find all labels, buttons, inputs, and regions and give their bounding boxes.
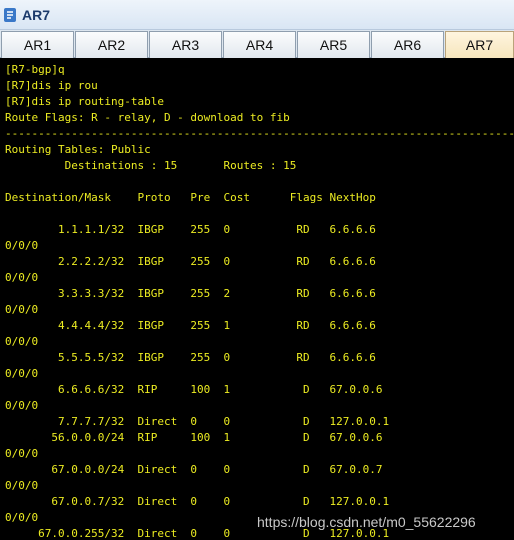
tab-ar3[interactable]: AR3: [149, 31, 222, 58]
terminal-line: 0/0/0: [5, 367, 39, 380]
terminal-line: 0/0/0: [5, 447, 39, 460]
window-title: AR7: [22, 7, 51, 23]
router-app-icon: [4, 8, 16, 22]
terminal-line: 2.2.2.2/32 IBGP 255 0 RD 6.6.6.6: [5, 255, 376, 268]
terminal-line: 3.3.3.3/32 IBGP 255 2 RD 6.6.6.6: [5, 287, 376, 300]
terminal-line: 0/0/0: [5, 399, 39, 412]
terminal-line: 0/0/0: [5, 271, 39, 284]
terminal-line: 6.6.6.6/32 RIP 100 1 D 67.0.0.6: [5, 383, 383, 396]
device-tab-bar: AR1 AR2 AR3 AR4 AR5 AR6 AR7: [0, 30, 514, 58]
terminal-line: 1.1.1.1/32 IBGP 255 0 RD 6.6.6.6: [5, 223, 376, 236]
terminal-line: 7.7.7.7/32 Direct 0 0 D 127.0.0.1: [5, 415, 390, 428]
tab-ar5[interactable]: AR5: [297, 31, 370, 58]
title-bar: AR7: [0, 0, 514, 30]
tab-ar2[interactable]: AR2: [75, 31, 148, 58]
terminal-line: 67.0.0.7/32 Direct 0 0 D 127.0.0.1: [5, 495, 390, 508]
terminal-line: 0/0/0: [5, 335, 39, 348]
terminal-line: 0/0/0: [5, 303, 39, 316]
terminal-line: 4.4.4.4/32 IBGP 255 1 RD 6.6.6.6: [5, 319, 376, 332]
terminal-line: ----------------------------------------…: [5, 127, 514, 140]
watermark-text: https://blog.csdn.net/m0_55622296: [257, 514, 476, 530]
terminal-line: Routing Tables: Public: [5, 143, 151, 156]
terminal-console[interactable]: [R7-bgp]q [R7]dis ip rou [R7]dis ip routin…: [0, 58, 514, 540]
terminal-line: 0/0/0: [5, 511, 39, 524]
terminal-line: 67.0.0.0/24 Direct 0 0 D 67.0.0.7: [5, 463, 383, 476]
terminal-line: Destination/Mask Proto Pre Cost Flags Ne…: [5, 191, 376, 204]
tab-ar7[interactable]: AR7: [445, 31, 514, 58]
tab-ar6[interactable]: AR6: [371, 31, 444, 58]
terminal-line: [R7]dis ip rou: [5, 79, 98, 92]
terminal-line: 5.5.5.5/32 IBGP 255 0 RD 6.6.6.6: [5, 351, 376, 364]
terminal-line: 0/0/0: [5, 239, 39, 252]
terminal-line: Route Flags: R - relay, D - download to …: [5, 111, 290, 124]
terminal-line: [R7]dis ip routing-table: [5, 95, 164, 108]
terminal-line: Destinations : 15 Routes : 15: [5, 159, 297, 172]
tab-ar4[interactable]: AR4: [223, 31, 296, 58]
terminal-line: [R7-bgp]q: [5, 63, 65, 76]
tab-ar1[interactable]: AR1: [1, 31, 74, 58]
terminal-line: 0/0/0: [5, 479, 39, 492]
terminal-line: 56.0.0.0/24 RIP 100 1 D 67.0.0.6: [5, 431, 383, 444]
